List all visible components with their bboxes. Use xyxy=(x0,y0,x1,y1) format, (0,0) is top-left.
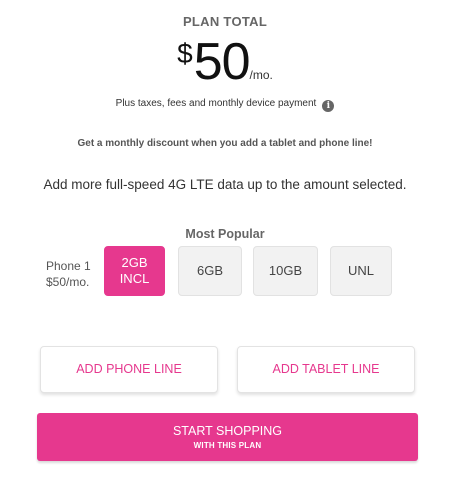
plan-total-label: PLAN TOTAL xyxy=(182,14,268,29)
data-option-10gb[interactable]: 10GB xyxy=(253,246,318,296)
data-option-label: UNL xyxy=(347,263,374,278)
start-shopping-label: START SHOPPING xyxy=(172,424,283,438)
price-fine-print: Plus taxes, fees and monthly device paym… xyxy=(0,98,450,112)
start-shopping-button[interactable]: START SHOPPING WITH THIS PLAN xyxy=(37,413,418,461)
info-icon[interactable]: i xyxy=(322,100,335,112)
price-unit: /mo. xyxy=(249,68,273,82)
phone-line-price: $50/mo. xyxy=(46,275,90,289)
price-currency: $ xyxy=(177,38,193,69)
data-option-label: 10GB xyxy=(268,263,303,278)
most-popular-heading: Most Popular xyxy=(185,227,265,241)
plan-price: $50/mo. xyxy=(0,34,450,94)
add-tablet-line-button[interactable]: ADD TABLET LINE xyxy=(237,346,415,393)
data-option-sublabel: INCL xyxy=(119,271,150,286)
start-shopping-sublabel: WITH THIS PLAN xyxy=(193,441,262,450)
data-option-2gb[interactable]: 2GB INCL xyxy=(104,246,165,296)
data-option-unl[interactable]: UNL xyxy=(330,246,392,296)
price-amount: 50 xyxy=(193,33,251,91)
add-phone-line-button[interactable]: ADD PHONE LINE xyxy=(40,346,218,393)
phone-line-label: Phone 1 $50/mo. xyxy=(46,258,91,290)
discount-note: Get a monthly discount when you add a ta… xyxy=(77,138,373,149)
data-note: Add more full-speed 4G LTE data up to th… xyxy=(43,177,407,192)
data-option-6gb[interactable]: 6GB xyxy=(178,246,242,296)
fine-print-text: Plus taxes, fees and monthly device paym… xyxy=(115,98,317,109)
phone-line-name: Phone 1 xyxy=(46,259,91,273)
data-option-label: 2GB xyxy=(121,255,148,270)
data-option-label: 6GB xyxy=(196,263,223,278)
